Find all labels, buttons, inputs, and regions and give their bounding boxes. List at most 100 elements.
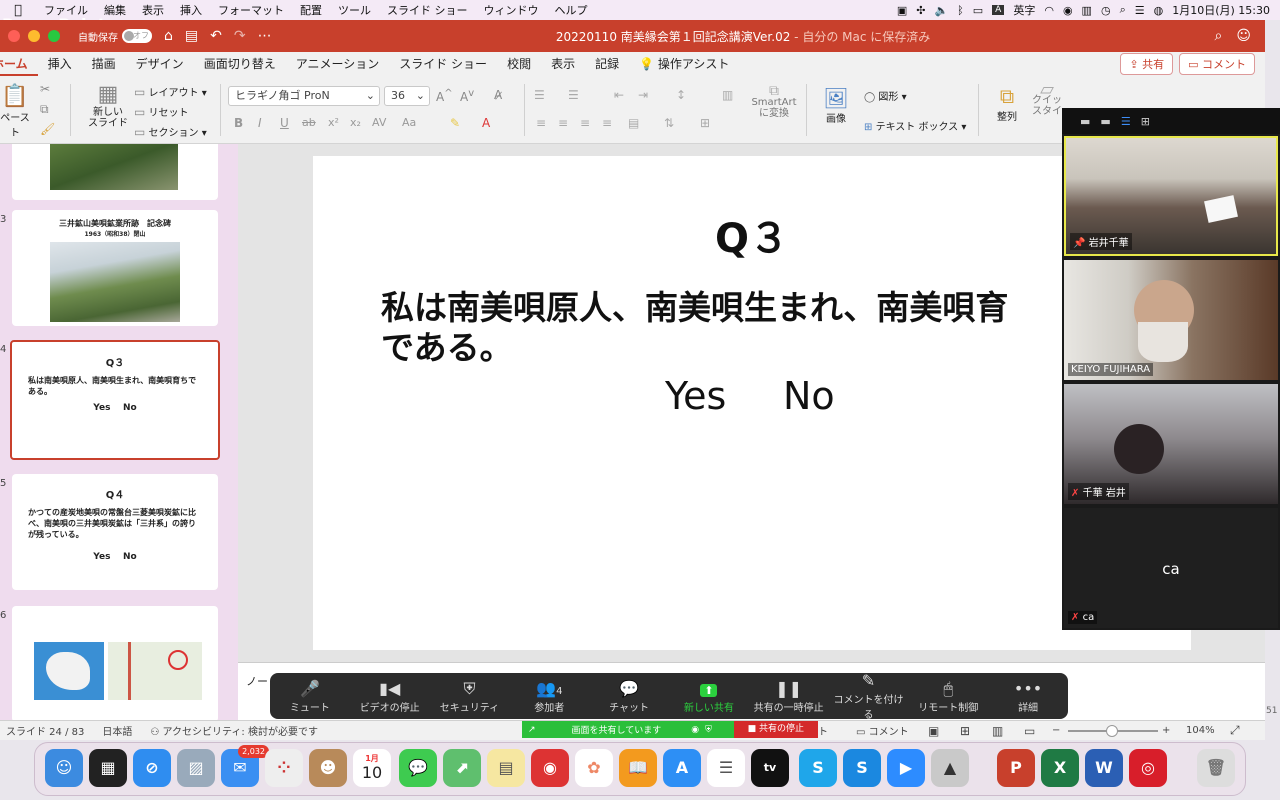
chat-button[interactable]: 💬 チャット (589, 679, 669, 714)
menu-insert[interactable]: 挿入 (172, 2, 210, 18)
slide-body-text[interactable]: 私は南美唄原人、南美唄生まれ、南美唄育 である。 (381, 288, 1181, 368)
spotlight-icon[interactable]: ⌕ (1120, 3, 1126, 17)
trash-icon[interactable]: 🗑 (1197, 749, 1235, 787)
more-icon[interactable]: ⋯ (258, 28, 272, 44)
tab-review[interactable]: 校閲 (497, 52, 541, 76)
reset-button[interactable]: ▭ リセット (134, 104, 189, 119)
current-slide[interactable]: Q３ 私は南美唄原人、南美唄生まれ、南美唄育 である。 Yes No (313, 156, 1191, 650)
align-left-icon[interactable]: ≡ (536, 116, 546, 130)
stop-video-button[interactable]: ▮◀ ビデオの停止 (350, 679, 430, 714)
tab-insert[interactable]: 挿入 (38, 52, 82, 76)
memory-icon[interactable]: ▥ (1082, 4, 1092, 17)
copy-icon[interactable]: ⧉ (40, 102, 49, 117)
notes-toggle[interactable]: ト (818, 723, 828, 738)
finder-icon[interactable]: ☺ (45, 749, 83, 787)
video-tile-2[interactable]: KEIYO FUJIHARA (1064, 260, 1278, 380)
slide-thumbnail-23[interactable]: 三井鉱山美唄鉱業所跡 記念碑 1963（昭和38）閉山 (12, 210, 218, 326)
control-center-icon[interactable]: ☰ (1135, 4, 1145, 17)
bold-icon[interactable]: B (234, 116, 243, 130)
text-direction-icon[interactable]: ⇅ (664, 116, 674, 130)
convert-smartart-button[interactable]: ⧉ SmartArt に変換 (750, 84, 798, 119)
keynote-icon[interactable]: ▲ (931, 749, 969, 787)
slide-title[interactable]: Q３ (313, 206, 1191, 264)
video-tile-3[interactable]: ✗ 千華 岩井 (1064, 384, 1278, 504)
superscript-icon[interactable]: x² (328, 116, 339, 129)
layout-button[interactable]: ▭ レイアウト ▾ (134, 84, 207, 99)
menu-tools[interactable]: ツール (330, 2, 379, 18)
tell-me-search[interactable]: 💡 操作アシスト (629, 52, 739, 76)
undo-icon[interactable]: ↶ (210, 28, 222, 44)
menu-format[interactable]: フォーマット (210, 2, 292, 18)
slide-thumbnail-26[interactable] (12, 606, 218, 720)
siri-icon[interactable]: ◍ (1154, 4, 1164, 17)
launchpad-icon[interactable]: ⁘ (265, 749, 303, 787)
reminders-icon[interactable]: ☰ (707, 749, 745, 787)
books-icon[interactable]: 📖 (619, 749, 657, 787)
slide-thumbnail-22[interactable] (12, 144, 218, 200)
font-color-icon[interactable]: A (482, 116, 490, 130)
speaker-view-icon[interactable]: ▬ (1100, 115, 1110, 128)
numbering-icon[interactable]: ☰ (568, 88, 579, 102)
mute-button[interactable]: 🎤 ミュート (270, 679, 350, 714)
zoom-out-button[interactable]: − (1052, 725, 1060, 736)
calendar-icon[interactable]: 1月 10 (353, 749, 391, 787)
indent-decrease-icon[interactable]: ⇤ (614, 88, 624, 102)
remote-control-button[interactable]: 🖱 リモート制御 (908, 679, 988, 714)
messages-icon[interactable]: 💬 (399, 749, 437, 787)
italic-icon[interactable]: I (258, 116, 262, 130)
search-icon[interactable]: ⌕ (1215, 28, 1223, 44)
battery-icon[interactable]: ▭ (973, 4, 983, 17)
photo-booth-icon[interactable]: ◉ (531, 749, 569, 787)
photos-icon[interactable]: ✿ (575, 749, 613, 787)
maps-icon[interactable]: ⬈ (443, 749, 481, 787)
skype-icon[interactable]: S (799, 749, 837, 787)
video-tile-4[interactable]: ca ✗ ca (1064, 508, 1278, 628)
word-icon[interactable]: W (1085, 749, 1123, 787)
tab-design[interactable]: デザイン (126, 52, 194, 76)
mail-icon[interactable]: ✉ 2,032 (221, 745, 269, 787)
slide-sorter-icon[interactable]: ⊞ (960, 724, 970, 738)
tab-animations[interactable]: アニメーション (286, 52, 390, 76)
menu-slideshow[interactable]: スライド ショー (379, 2, 476, 18)
menu-arrange[interactable]: 配置 (292, 2, 330, 18)
accessibility-checker[interactable]: ⚇ アクセシビリティ: 検討が必要です (132, 723, 318, 738)
tab-draw[interactable]: 描画 (82, 52, 126, 76)
slide-no-option[interactable]: No (783, 374, 835, 418)
mission-control-icon[interactable]: ▦ (89, 749, 127, 787)
comments-toggle[interactable]: ▭ コメント (856, 723, 909, 738)
preview-icon[interactable]: ▨ (177, 749, 215, 787)
zoom-level[interactable]: 104% (1186, 725, 1215, 736)
powerpoint-icon[interactable]: P (997, 749, 1035, 787)
save-status[interactable]: - 自分の Mac に保存済み (790, 30, 930, 44)
wifi-icon[interactable]: ◠ (1044, 4, 1054, 17)
normal-view-icon[interactable]: ▣ (928, 724, 939, 738)
change-case-icon[interactable]: Aa (402, 116, 416, 129)
zoom-window-button[interactable] (48, 30, 60, 42)
fit-to-window-icon[interactable]: ⤢ (1230, 723, 1240, 738)
stop-share-button[interactable]: ■ 共有の停止 (733, 721, 818, 738)
new-share-button[interactable]: ⬆ 新しい共有 (669, 679, 749, 714)
font-name-select[interactable]: ヒラギノ角ゴ ProN ⌄ (228, 86, 380, 106)
zoom-status-icon[interactable]: ▣ (897, 4, 907, 17)
slide-thumbnail-24-selected[interactable]: Q３ 私は南美唄原人、南美唄生まれ、南美唄育ちである。 Yes No (10, 340, 220, 460)
apple-tv-icon[interactable]: tv (751, 749, 789, 787)
participants-button[interactable]: 👥4 参加者 (509, 679, 589, 714)
close-window-button[interactable] (8, 30, 20, 42)
slide-thumbnail-25[interactable]: Q４ かつての産炭地美唄の常盤台三菱美唄炭鉱に比べ、南美唄の三井美唄炭鉱は「三井… (12, 474, 218, 590)
tab-transitions[interactable]: 画面切り替え (194, 52, 286, 76)
strip-view-icon[interactable]: ☰ (1121, 115, 1131, 128)
input-source-icon[interactable]: A (992, 5, 1005, 15)
columns-icon[interactable]: ▥ (722, 88, 733, 102)
share-button[interactable]: ⇪ 共有 (1120, 53, 1174, 75)
quick-styles-button[interactable]: ▱ クイック スタイル (1032, 84, 1062, 117)
share-settings-icon[interactable]: ◉ (661, 725, 699, 735)
input-mode-label[interactable]: 英字 (1013, 2, 1035, 18)
excel-icon[interactable]: X (1041, 749, 1079, 787)
font-size-select[interactable]: 36 ⌄ (384, 86, 430, 106)
underline-icon[interactable]: U (280, 116, 289, 130)
save-icon[interactable]: ▤ (185, 28, 198, 44)
skype-business-icon[interactable]: S (843, 749, 881, 787)
antivirus-icon[interactable]: ◎ (1129, 749, 1167, 787)
extension-icon[interactable]: ✣ (916, 4, 925, 17)
zoom-video-gallery[interactable]: ▬ ▬ ☰ ⊞ 📌 岩井千華 KEIYO FUJIHARA ✗ 千華 岩井 ca… (1062, 108, 1280, 630)
